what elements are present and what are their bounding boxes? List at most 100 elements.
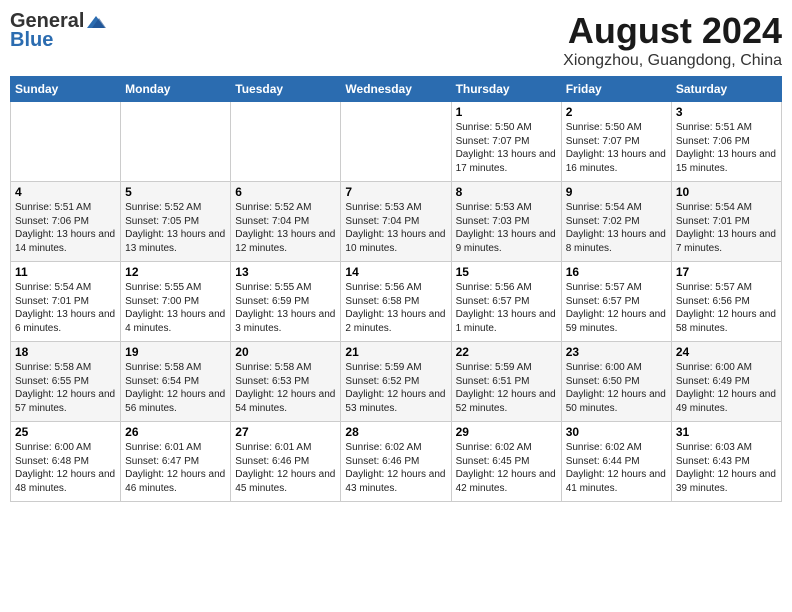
weekday-header-sunday: Sunday bbox=[11, 77, 121, 102]
day-cell: 12 Sunrise: 5:55 AM Sunset: 7:00 PM Dayli… bbox=[121, 262, 231, 342]
day-number: 5 bbox=[125, 185, 226, 199]
day-cell: 21Sunrise: 5:59 AM Sunset: 6:52 PM Dayli… bbox=[341, 342, 451, 422]
day-number: 26 bbox=[125, 425, 226, 439]
day-number: 31 bbox=[676, 425, 777, 439]
day-number: 16 bbox=[566, 265, 667, 279]
day-cell: 23 Sunrise: 6:00 AM Sunset: 6:50 PM Dayli… bbox=[561, 342, 671, 422]
day-cell: 29 Sunrise: 6:02 AM Sunset: 6:45 PM Dayli… bbox=[451, 422, 561, 502]
subtitle: Xiongzhou, Guangdong, China bbox=[563, 52, 782, 70]
day-info: Sunrise: 5:54 AM Sunset: 7:01 PM Dayligh… bbox=[15, 281, 116, 335]
day-info: Sunrise: 5:50 AM Sunset: 7:07 PM Dayligh… bbox=[566, 121, 667, 175]
weekday-header-tuesday: Tuesday bbox=[231, 77, 341, 102]
day-cell: 6Sunrise: 5:52 AM Sunset: 7:04 PM Daylig… bbox=[231, 182, 341, 262]
day-number: 28 bbox=[345, 425, 446, 439]
day-cell: 19Sunrise: 5:58 AM Sunset: 6:54 PM Dayli… bbox=[121, 342, 231, 422]
day-info: Sunrise: 5:54 AM Sunset: 7:01 PM Dayligh… bbox=[676, 201, 777, 255]
day-info: Sunrise: 5:55 AM Sunset: 7:00 PM Dayligh… bbox=[125, 281, 226, 335]
day-cell: 20 Sunrise: 5:58 AM Sunset: 6:53 PM Dayli… bbox=[231, 342, 341, 422]
day-info: Sunrise: 5:54 AM Sunset: 7:02 PM Dayligh… bbox=[566, 201, 667, 255]
day-cell: 28 Sunrise: 6:02 AM Sunset: 6:46 PM Dayli… bbox=[341, 422, 451, 502]
day-cell: 22Sunrise: 5:59 AM Sunset: 6:51 PM Dayli… bbox=[451, 342, 561, 422]
day-number: 13 bbox=[235, 265, 336, 279]
day-number: 8 bbox=[456, 185, 557, 199]
weekday-header-friday: Friday bbox=[561, 77, 671, 102]
logo-blue: Blue bbox=[10, 29, 53, 52]
weekday-header-monday: Monday bbox=[121, 77, 231, 102]
day-info: Sunrise: 5:57 AM Sunset: 6:57 PM Dayligh… bbox=[566, 281, 667, 335]
day-cell: 1Sunrise: 5:50 AM Sunset: 7:07 PM Daylig… bbox=[451, 102, 561, 182]
day-cell: 30 Sunrise: 6:02 AM Sunset: 6:44 PM Dayli… bbox=[561, 422, 671, 502]
day-number: 18 bbox=[15, 345, 116, 359]
day-cell: 9 Sunrise: 5:54 AM Sunset: 7:02 PM Daylig… bbox=[561, 182, 671, 262]
day-cell: 11 Sunrise: 5:54 AM Sunset: 7:01 PM Dayli… bbox=[11, 262, 121, 342]
day-number: 29 bbox=[456, 425, 557, 439]
week-row-2: 4 Sunrise: 5:51 AM Sunset: 7:06 PM Daylig… bbox=[11, 182, 782, 262]
day-info: Sunrise: 6:00 AM Sunset: 6:49 PM Dayligh… bbox=[676, 361, 777, 415]
day-number: 22 bbox=[456, 345, 557, 359]
day-cell: 13 Sunrise: 5:55 AM Sunset: 6:59 PM Dayli… bbox=[231, 262, 341, 342]
main-title: August 2024 bbox=[563, 10, 782, 52]
page-header: General Blue August 2024 Xiongzhou, Guan… bbox=[10, 10, 782, 70]
day-cell bbox=[121, 102, 231, 182]
day-info: Sunrise: 6:02 AM Sunset: 6:45 PM Dayligh… bbox=[456, 441, 557, 495]
weekday-header-thursday: Thursday bbox=[451, 77, 561, 102]
day-number: 30 bbox=[566, 425, 667, 439]
week-row-3: 11 Sunrise: 5:54 AM Sunset: 7:01 PM Dayli… bbox=[11, 262, 782, 342]
day-number: 20 bbox=[235, 345, 336, 359]
day-info: Sunrise: 6:02 AM Sunset: 6:46 PM Dayligh… bbox=[345, 441, 446, 495]
week-row-1: 1 Sunrise: 5:50 AM Sunset: 7:07 PM Daylig… bbox=[11, 102, 782, 182]
weekday-header-wednesday: Wednesday bbox=[341, 77, 451, 102]
day-number: 14 bbox=[345, 265, 446, 279]
day-number: 1 bbox=[456, 105, 557, 119]
day-number: 24 bbox=[676, 345, 777, 359]
day-cell: 31Sunrise: 6:03 AM Sunset: 6:43 PM Dayli… bbox=[671, 422, 781, 502]
day-cell: 24 Sunrise: 6:00 AM Sunset: 6:49 PM Dayli… bbox=[671, 342, 781, 422]
day-cell: 2 Sunrise: 5:50 AM Sunset: 7:07 PM Daylig… bbox=[561, 102, 671, 182]
day-cell: 27 Sunrise: 6:01 AM Sunset: 6:46 PM Dayli… bbox=[231, 422, 341, 502]
day-info: Sunrise: 5:56 AM Sunset: 6:57 PM Dayligh… bbox=[456, 281, 557, 335]
day-number: 9 bbox=[566, 185, 667, 199]
weekday-header-saturday: Saturday bbox=[671, 77, 781, 102]
day-number: 2 bbox=[566, 105, 667, 119]
day-info: Sunrise: 5:51 AM Sunset: 7:06 PM Dayligh… bbox=[676, 121, 777, 175]
day-number: 27 bbox=[235, 425, 336, 439]
day-cell: 5 Sunrise: 5:52 AM Sunset: 7:05 PM Daylig… bbox=[121, 182, 231, 262]
day-number: 21 bbox=[345, 345, 446, 359]
day-number: 3 bbox=[676, 105, 777, 119]
logo-icon bbox=[85, 14, 107, 30]
day-info: Sunrise: 5:55 AM Sunset: 6:59 PM Dayligh… bbox=[235, 281, 336, 335]
day-cell bbox=[11, 102, 121, 182]
day-cell: 14 Sunrise: 5:56 AM Sunset: 6:58 PM Dayli… bbox=[341, 262, 451, 342]
day-cell: 7Sunrise: 5:53 AM Sunset: 7:04 PM Daylig… bbox=[341, 182, 451, 262]
day-info: Sunrise: 6:02 AM Sunset: 6:44 PM Dayligh… bbox=[566, 441, 667, 495]
day-info: Sunrise: 5:52 AM Sunset: 7:05 PM Dayligh… bbox=[125, 201, 226, 255]
day-cell bbox=[341, 102, 451, 182]
day-info: Sunrise: 5:52 AM Sunset: 7:04 PM Dayligh… bbox=[235, 201, 336, 255]
day-info: Sunrise: 6:00 AM Sunset: 6:50 PM Dayligh… bbox=[566, 361, 667, 415]
day-cell bbox=[231, 102, 341, 182]
day-number: 11 bbox=[15, 265, 116, 279]
day-info: Sunrise: 5:51 AM Sunset: 7:06 PM Dayligh… bbox=[15, 201, 116, 255]
day-info: Sunrise: 5:58 AM Sunset: 6:55 PM Dayligh… bbox=[15, 361, 116, 415]
day-cell: 4 Sunrise: 5:51 AM Sunset: 7:06 PM Daylig… bbox=[11, 182, 121, 262]
day-cell: 17 Sunrise: 5:57 AM Sunset: 6:56 PM Dayli… bbox=[671, 262, 781, 342]
day-info: Sunrise: 6:01 AM Sunset: 6:46 PM Dayligh… bbox=[235, 441, 336, 495]
week-row-4: 18 Sunrise: 5:58 AM Sunset: 6:55 PM Dayli… bbox=[11, 342, 782, 422]
day-number: 19 bbox=[125, 345, 226, 359]
day-cell: 26 Sunrise: 6:01 AM Sunset: 6:47 PM Dayli… bbox=[121, 422, 231, 502]
day-number: 17 bbox=[676, 265, 777, 279]
week-row-5: 25Sunrise: 6:00 AM Sunset: 6:48 PM Dayli… bbox=[11, 422, 782, 502]
day-info: Sunrise: 5:57 AM Sunset: 6:56 PM Dayligh… bbox=[676, 281, 777, 335]
day-info: Sunrise: 5:56 AM Sunset: 6:58 PM Dayligh… bbox=[345, 281, 446, 335]
day-number: 25 bbox=[15, 425, 116, 439]
day-cell: 15Sunrise: 5:56 AM Sunset: 6:57 PM Dayli… bbox=[451, 262, 561, 342]
day-cell: 10Sunrise: 5:54 AM Sunset: 7:01 PM Dayli… bbox=[671, 182, 781, 262]
calendar-table: SundayMondayTuesdayWednesdayThursdayFrid… bbox=[10, 76, 782, 502]
day-info: Sunrise: 5:58 AM Sunset: 6:53 PM Dayligh… bbox=[235, 361, 336, 415]
logo: General Blue bbox=[10, 10, 108, 52]
day-info: Sunrise: 5:53 AM Sunset: 7:04 PM Dayligh… bbox=[345, 201, 446, 255]
day-number: 4 bbox=[15, 185, 116, 199]
day-info: Sunrise: 6:01 AM Sunset: 6:47 PM Dayligh… bbox=[125, 441, 226, 495]
day-number: 12 bbox=[125, 265, 226, 279]
day-number: 23 bbox=[566, 345, 667, 359]
